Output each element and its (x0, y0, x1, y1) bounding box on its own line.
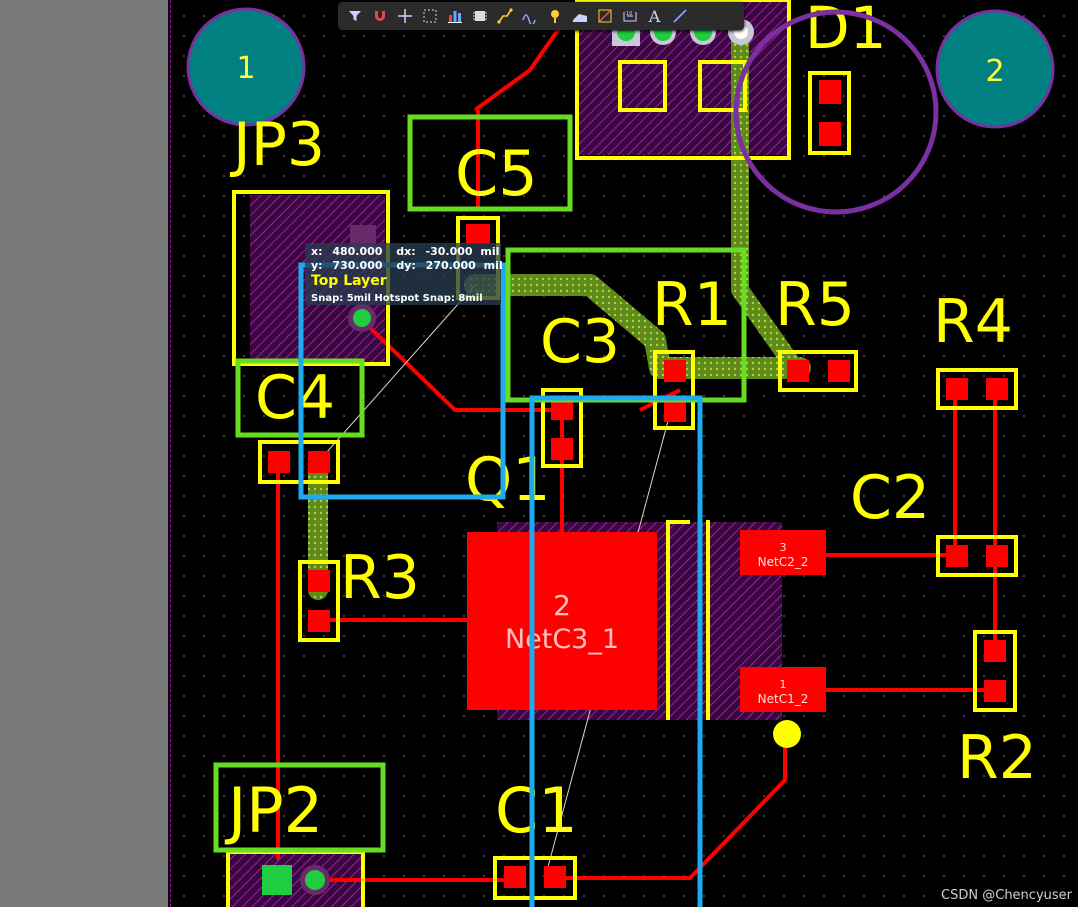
hud-dy-unit: mil (483, 259, 503, 272)
svg-text:10: 10 (626, 11, 632, 17)
q1-pad-2-number: 2 (553, 589, 571, 622)
hud-y-value: 730.000 (332, 259, 383, 272)
hud-x-label: x: (311, 245, 323, 258)
fill-tool-button[interactable] (569, 6, 590, 27)
designator-d1: D1 (805, 0, 887, 62)
active-bar-toolbar: 10 A (338, 2, 744, 30)
designator-c4: C4 (255, 363, 335, 433)
route-icon (496, 8, 513, 24)
route-tool-button[interactable] (369, 6, 390, 27)
wave-icon (521, 14, 536, 24)
component-tool-button[interactable] (469, 6, 490, 27)
magnet-icon (374, 11, 385, 21)
designator-q1: Q1 (465, 445, 550, 515)
polygon-icon (598, 9, 611, 23)
hud-layer-name: Top Layer (311, 273, 387, 289)
hud-dy-label: dy: (396, 259, 416, 272)
hud-dy-value: 270.000 (425, 259, 476, 272)
designator-r4: R4 (933, 287, 1013, 357)
via-tool-button[interactable] (544, 6, 565, 27)
line-icon (672, 9, 687, 23)
hud-y-label: y: (311, 259, 323, 272)
diff-pair-tool-button[interactable] (519, 6, 540, 27)
interactive-route-tool-button[interactable] (494, 6, 515, 27)
line-tool-button[interactable] (669, 6, 690, 27)
designator-jp3: JP3 (229, 110, 325, 180)
align-tool-button[interactable] (444, 6, 465, 27)
polygon-tool-button[interactable] (594, 6, 615, 27)
hud-x-value: 480.000 (332, 245, 383, 258)
filter-icon (348, 11, 361, 21)
designator-r1: R1 (652, 270, 732, 340)
designator-r2: R2 (957, 723, 1037, 793)
dimension-tool-button[interactable]: 10 (619, 6, 640, 27)
designator-c3: C3 (540, 307, 620, 377)
designator-c1: C1 (495, 774, 578, 847)
select-rect-tool-button[interactable] (419, 6, 440, 27)
bar-chart-icon (447, 11, 462, 23)
watermark: CSDN @Chencyuser (941, 888, 1072, 903)
designator-c2: C2 (850, 463, 930, 533)
fill-icon (572, 14, 587, 22)
designator-c5: C5 (455, 137, 538, 210)
via-icon (550, 10, 559, 23)
q1-pad-3-number: 3 (780, 541, 787, 554)
hud-dx-value: -30.000 (425, 245, 473, 258)
dimension-icon: 10 (623, 11, 636, 22)
heads-up-display: x: 480.000 dx: -30.000 mil y: 730.000 dy… (305, 243, 503, 305)
hud-dx-label: dx: (396, 245, 416, 258)
select-rect-icon (423, 9, 436, 23)
pcb-layout[interactable]: 2 NetC3_1 3 NetC2_2 1 NetC1_2 1 2 D1 JP3… (0, 0, 1078, 907)
mounting-hole-2-label: 2 (985, 54, 1004, 89)
hud-snap-info: Snap: 5mil Hotspot Snap: 8mil (311, 293, 483, 304)
q1-pad-2-net: NetC3_1 (505, 624, 619, 655)
crosshair-icon (397, 9, 412, 23)
q1-pad-3-net: NetC2_2 (758, 555, 809, 569)
q1-pad-1-net: NetC1_2 (758, 692, 809, 706)
pcb-editor: 2 NetC3_1 3 NetC2_2 1 NetC1_2 1 2 D1 JP3… (0, 0, 1078, 907)
chip-icon (472, 11, 487, 21)
text-icon: A (648, 6, 661, 26)
filter-tool-button[interactable] (344, 6, 365, 27)
q1-pad-1-number: 1 (780, 678, 787, 691)
hud-dx-unit: mil (480, 245, 500, 258)
crosshair-tool-button[interactable] (394, 6, 415, 27)
designator-jp2: JP2 (224, 774, 323, 847)
mounting-hole-1-label: 1 (236, 51, 255, 86)
designator-r5: R5 (775, 270, 855, 340)
designator-r3: R3 (340, 543, 420, 613)
string-tool-button[interactable]: A (644, 6, 665, 27)
